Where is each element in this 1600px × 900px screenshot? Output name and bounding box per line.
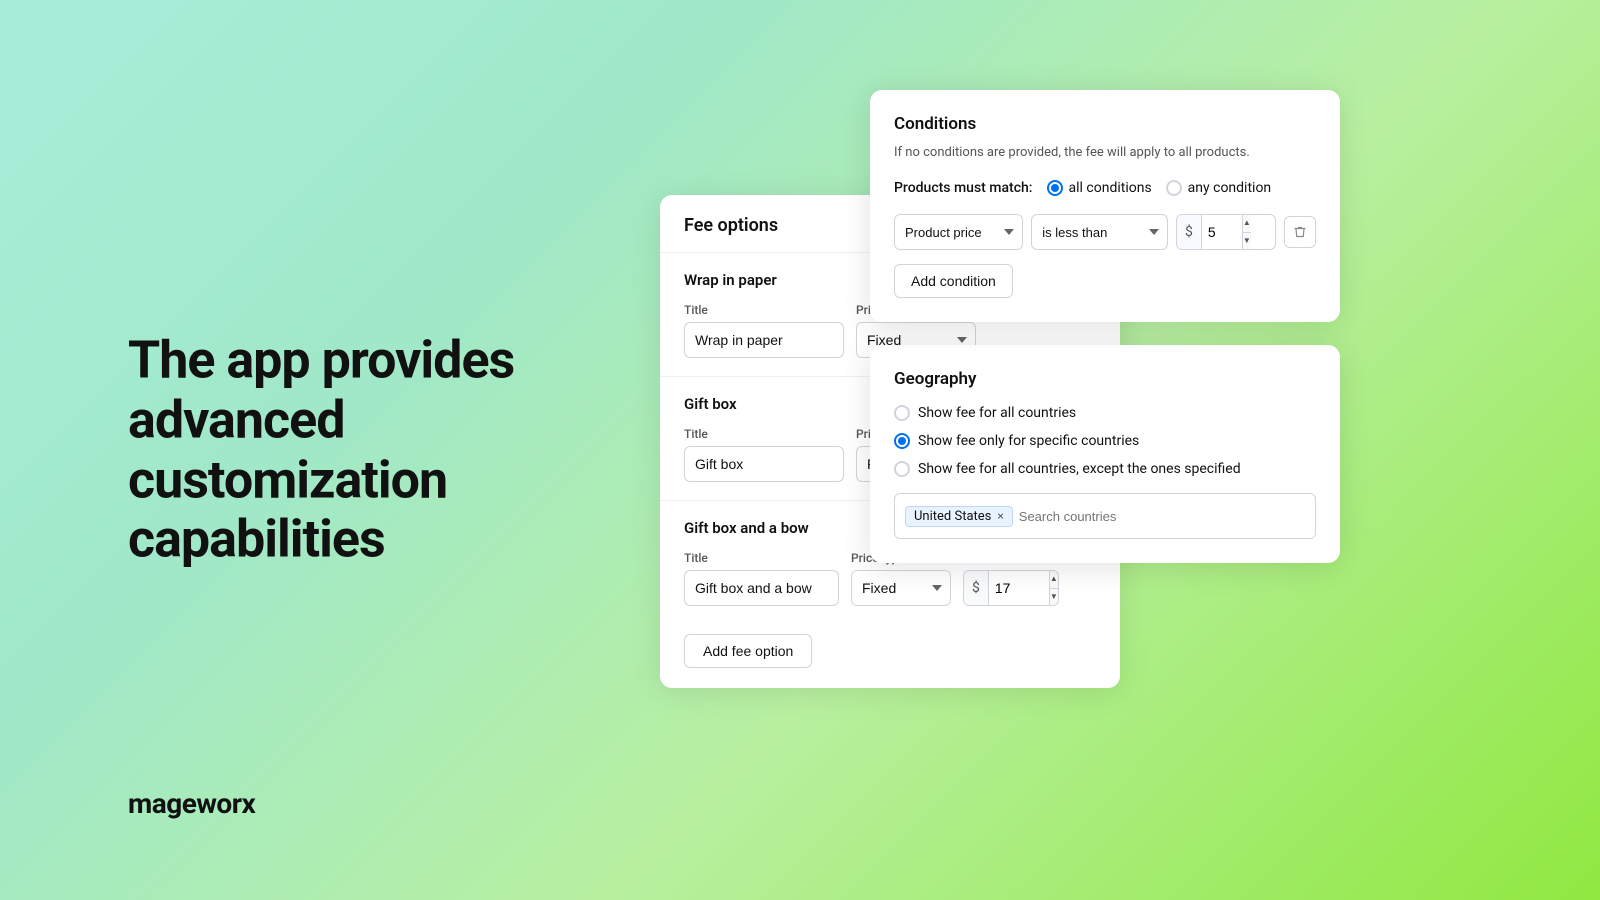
match-all-label: all conditions bbox=[1069, 180, 1152, 196]
title-input-gift-box[interactable] bbox=[684, 446, 844, 482]
title-input-gift-bow[interactable] bbox=[684, 570, 839, 606]
condition-field-select[interactable]: Product price Product weight Product qty bbox=[894, 214, 1023, 250]
value-input-gift-bow[interactable] bbox=[989, 571, 1049, 605]
country-tag-us-remove[interactable]: × bbox=[997, 509, 1003, 523]
value-prefix-gift-bow: $ bbox=[964, 571, 989, 605]
match-any-option[interactable]: any condition bbox=[1166, 180, 1272, 196]
geo-specific-label: Show fee only for specific countries bbox=[918, 433, 1139, 449]
search-countries-input[interactable] bbox=[1019, 509, 1305, 524]
match-all-radio[interactable] bbox=[1047, 180, 1063, 196]
brand-logo: mageworx bbox=[128, 787, 255, 820]
condition-value-field: $ ▲ ▼ bbox=[1176, 214, 1276, 250]
conditions-panel: Conditions If no conditions are provided… bbox=[870, 90, 1340, 322]
condition-value-increment[interactable]: ▲ bbox=[1243, 215, 1251, 233]
match-all-option[interactable]: all conditions bbox=[1047, 180, 1152, 196]
trash-icon bbox=[1293, 225, 1307, 239]
geo-all-radio[interactable] bbox=[894, 405, 910, 421]
condition-value-prefix: $ bbox=[1177, 215, 1202, 249]
conditions-title: Conditions bbox=[894, 114, 1316, 134]
title-input-wrap[interactable] bbox=[684, 322, 844, 358]
value-decrement[interactable]: ▼ bbox=[1050, 589, 1058, 606]
match-row: Products must match: all conditions any … bbox=[894, 180, 1316, 196]
geo-specific-radio[interactable] bbox=[894, 433, 910, 449]
title-field-group-wrap: Title bbox=[684, 303, 844, 358]
delete-condition-button[interactable] bbox=[1284, 216, 1316, 248]
title-label-wrap: Title bbox=[684, 303, 844, 317]
search-countries-box[interactable]: United States × bbox=[894, 493, 1316, 539]
add-fee-option-button[interactable]: Add fee option bbox=[684, 634, 812, 668]
match-all-dot bbox=[1051, 184, 1059, 192]
title-label-gift-box: Title bbox=[684, 427, 844, 441]
value-spinners-gift-bow: ▲ ▼ bbox=[1049, 571, 1058, 605]
add-condition-button[interactable]: Add condition bbox=[894, 264, 1013, 298]
country-tag-us: United States × bbox=[905, 506, 1013, 527]
value-field-gift-bow: $ ▲ ▼ bbox=[963, 570, 1059, 606]
condition-operator-select[interactable]: is less than is greater than equals bbox=[1031, 214, 1168, 250]
geography-panel: Geography Show fee for all countries Sho… bbox=[870, 345, 1340, 563]
condition-value-input[interactable] bbox=[1202, 215, 1242, 249]
title-label-gift-bow: Title bbox=[684, 551, 839, 565]
geo-all-countries-option[interactable]: Show fee for all countries bbox=[894, 405, 1316, 421]
left-section: The app provides advanced customization … bbox=[128, 330, 598, 569]
match-any-label: any condition bbox=[1188, 180, 1272, 196]
value-increment[interactable]: ▲ bbox=[1050, 571, 1058, 589]
geo-except-label: Show fee for all countries, except the o… bbox=[918, 461, 1241, 477]
geo-specific-countries-option[interactable]: Show fee only for specific countries bbox=[894, 433, 1316, 449]
condition-row: Product price Product weight Product qty… bbox=[894, 214, 1316, 250]
match-any-radio[interactable] bbox=[1166, 180, 1182, 196]
geo-except-option[interactable]: Show fee for all countries, except the o… bbox=[894, 461, 1316, 477]
geo-specific-dot bbox=[898, 437, 906, 445]
conditions-subtitle: If no conditions are provided, the fee w… bbox=[894, 144, 1316, 162]
country-tag-us-label: United States bbox=[914, 509, 991, 524]
title-field-group-gift-bow: Title bbox=[684, 551, 839, 606]
title-field-group-gift-box: Title bbox=[684, 427, 844, 482]
match-label: Products must match: bbox=[894, 180, 1033, 196]
price-type-select-gift-bow[interactable]: Fixed Percent bbox=[851, 570, 951, 606]
hero-text: The app provides advanced customization … bbox=[128, 330, 598, 569]
condition-value-decrement[interactable]: ▼ bbox=[1243, 233, 1251, 250]
geo-all-label: Show fee for all countries bbox=[918, 405, 1076, 421]
condition-value-spinners: ▲ ▼ bbox=[1242, 215, 1251, 249]
geography-title: Geography bbox=[894, 369, 1316, 389]
geo-except-radio[interactable] bbox=[894, 461, 910, 477]
